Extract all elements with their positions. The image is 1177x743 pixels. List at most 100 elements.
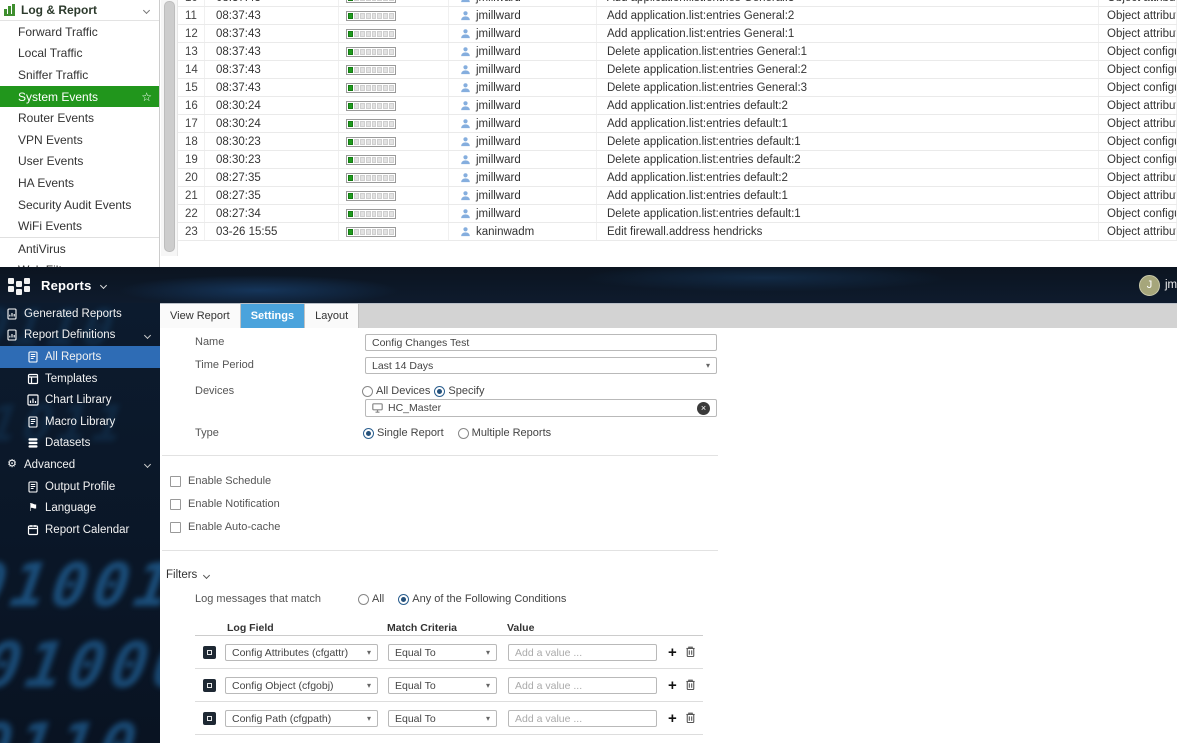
- filter-not-toggle-icon[interactable]: [203, 712, 216, 725]
- log-table-scrollbar[interactable]: [161, 0, 178, 256]
- tab-settings[interactable]: Settings: [240, 304, 306, 328]
- table-row[interactable]: 1008:37:43 jmillward Add application.list:…: [178, 0, 1177, 7]
- severity-bar: [346, 208, 396, 219]
- delete-condition-button[interactable]: [684, 678, 697, 691]
- match-criteria-select[interactable]: Equal To ▾: [388, 644, 497, 661]
- sidebar-item-sniffer-traffic[interactable]: Sniffer Traffic: [0, 64, 159, 86]
- sidebar-item-language[interactable]: ⚑ Language: [0, 497, 160, 519]
- table-row[interactable]: 13 08:37:43 jmillward Delete application.li…: [178, 43, 1177, 61]
- log-field-select[interactable]: Config Object (cfgobj) ▾: [225, 677, 378, 694]
- value-input[interactable]: [508, 710, 657, 727]
- sidebar-item-chart-library[interactable]: Chart Library: [0, 389, 160, 411]
- radio-option-all[interactable]: All: [358, 593, 384, 605]
- table-row[interactable]: 20 08:27:35 jmillward Add application.list:…: [178, 169, 1177, 187]
- chevron-down-icon[interactable]: [99, 281, 107, 289]
- table-row[interactable]: 14 08:37:43 jmillward Delete application.li…: [178, 61, 1177, 79]
- severity-segment: [353, 84, 359, 91]
- chevron-down-icon: [143, 331, 152, 339]
- sidebar-item-vpn-events[interactable]: VPN Events: [0, 129, 159, 151]
- match-criteria-select[interactable]: Equal To ▾: [388, 677, 497, 694]
- checkbox-box[interactable]: [170, 498, 181, 510]
- tab-view-report[interactable]: View Report: [160, 304, 241, 328]
- radio-label: Specify: [448, 385, 485, 397]
- remove-device-icon[interactable]: ×: [697, 401, 710, 415]
- sidebar-item-output-profile[interactable]: Output Profile: [0, 476, 160, 498]
- device-chip[interactable]: HC_Master ×: [365, 399, 717, 417]
- table-row[interactable]: 18 08:30:23 jmillward Delete application.li…: [178, 133, 1177, 151]
- devices-radio[interactable]: [434, 385, 446, 397]
- delete-condition-button[interactable]: [684, 645, 697, 658]
- radio-option-all-devices[interactable]: All Devices: [362, 385, 430, 397]
- table-row[interactable]: 16 08:30:24 jmillward Add application.list:…: [178, 97, 1177, 115]
- sidebar-item-label: Report Definitions: [24, 329, 116, 342]
- row-number: 18: [178, 133, 205, 150]
- sidebar-item-generated-reports[interactable]: Generated Reports: [0, 303, 160, 325]
- time-period-select[interactable]: Last 14 Days ▾: [365, 357, 717, 374]
- sidebar-item-user-events[interactable]: User Events: [0, 151, 159, 173]
- table-row[interactable]: 12 08:37:43 jmillward Add application.list:…: [178, 25, 1177, 43]
- sidebar-item-antivirus[interactable]: AntiVirus: [0, 238, 159, 260]
- log-field-select[interactable]: Config Path (cfgpath) ▾: [225, 710, 378, 727]
- radio-option-single-report[interactable]: Single Report: [363, 427, 444, 439]
- match-radio[interactable]: [398, 593, 410, 605]
- table-row[interactable]: 22 08:27:34 jmillward Delete application.li…: [178, 205, 1177, 223]
- table-row[interactable]: 11 08:37:43 jmillward Add application.list:…: [178, 7, 1177, 25]
- table-row[interactable]: 21 08:27:35 jmillward Add application.list:…: [178, 187, 1177, 205]
- table-row[interactable]: 19 08:30:23 jmillward Delete application.li…: [178, 151, 1177, 169]
- delete-condition-button[interactable]: [684, 711, 697, 724]
- sidebar-item-security-audit-events[interactable]: Security Audit Events: [0, 194, 159, 216]
- sidebar-item-local-traffic[interactable]: Local Traffic: [0, 43, 159, 65]
- row-number: 12: [178, 25, 205, 42]
- tab-layout[interactable]: Layout: [305, 304, 360, 328]
- filter-not-toggle-icon[interactable]: [203, 679, 216, 692]
- add-condition-button[interactable]: +: [668, 676, 677, 693]
- table-row[interactable]: 15 08:37:43 jmillward Delete application.li…: [178, 79, 1177, 97]
- match-radio[interactable]: [358, 593, 369, 605]
- table-row[interactable]: 23 03-26 15:55 kaninwadm Edit firewall.addr…: [178, 223, 1177, 241]
- filter-not-toggle-icon[interactable]: [203, 646, 216, 659]
- value-input[interactable]: [508, 644, 657, 661]
- filters-heading[interactable]: Filters: [166, 569, 211, 581]
- checkbox-box[interactable]: [170, 521, 181, 533]
- add-condition-button[interactable]: +: [668, 643, 677, 660]
- sidebar-item-macro-library[interactable]: Macro Library: [0, 411, 160, 433]
- row-number: 22: [178, 205, 205, 222]
- avatar[interactable]: J: [1139, 274, 1160, 296]
- type-radio[interactable]: [457, 427, 469, 439]
- checkbox-enable-schedule[interactable]: Enable Schedule: [170, 475, 271, 487]
- sidebar-item-wifi-events[interactable]: WiFi Events: [0, 215, 159, 237]
- sidebar-item-report-definitions[interactable]: Report Definitions: [0, 325, 160, 347]
- sidebar-item-advanced[interactable]: ⚙ Advanced: [0, 454, 160, 476]
- log-sidebar-header[interactable]: Log & Report: [0, 0, 159, 21]
- log-field-select[interactable]: Config Attributes (cfgattr) ▾: [225, 644, 378, 661]
- checkbox-enable-notification[interactable]: Enable Notification: [170, 498, 280, 510]
- sidebar-item-templates[interactable]: Templates: [0, 368, 160, 390]
- checkbox-box[interactable]: [170, 475, 181, 487]
- checkbox-enable-auto-cache[interactable]: Enable Auto-cache: [170, 521, 280, 533]
- match-criteria-select[interactable]: Equal To ▾: [388, 710, 497, 727]
- caret-down-icon: ▾: [485, 713, 490, 723]
- user-menu[interactable]: J jm: [1139, 274, 1177, 296]
- type-radio[interactable]: [363, 427, 374, 439]
- sidebar-item-all-reports[interactable]: All Reports: [0, 346, 160, 368]
- table-row[interactable]: 17 08:30:24 jmillward Add application.list:…: [178, 115, 1177, 133]
- sidebar-item-datasets[interactable]: Datasets: [0, 433, 160, 455]
- caret-down-icon: ▾: [366, 713, 371, 723]
- severity-segment: [383, 48, 389, 55]
- scrollbar-thumb[interactable]: [164, 1, 175, 252]
- radio-option-multiple-reports[interactable]: Multiple Reports: [457, 427, 551, 439]
- name-input[interactable]: [365, 334, 717, 351]
- radio-option-any-of-the-following-conditions[interactable]: Any of the Following Conditions: [398, 593, 566, 605]
- value-input[interactable]: [508, 677, 657, 694]
- star-icon[interactable]: ☆: [141, 91, 152, 103]
- radio-option-specify[interactable]: Specify: [434, 385, 484, 397]
- devices-radio[interactable]: [362, 385, 373, 397]
- sidebar-item-forward-traffic[interactable]: Forward Traffic: [0, 21, 159, 43]
- sidebar-item-system-events[interactable]: System Events ☆: [0, 85, 159, 108]
- add-condition-button[interactable]: +: [668, 709, 677, 726]
- user-icon: [460, 10, 471, 21]
- sidebar-item-ha-events[interactable]: HA Events: [0, 172, 159, 194]
- sidebar-item-router-events[interactable]: Router Events: [0, 107, 159, 129]
- sidebar-item-web-filter[interactable]: Web Filter: [0, 260, 159, 267]
- sidebar-item-report-calendar[interactable]: Report Calendar: [0, 519, 160, 541]
